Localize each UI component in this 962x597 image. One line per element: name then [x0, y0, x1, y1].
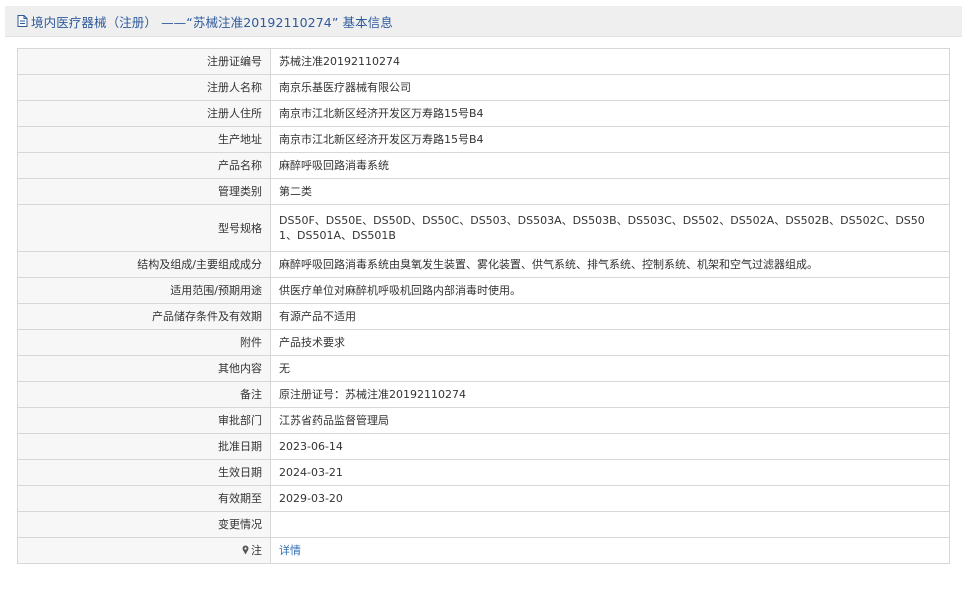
document-icon	[17, 15, 28, 27]
field-value: 麻醉呼吸回路消毒系统	[270, 152, 950, 179]
field-value: 详情	[270, 537, 950, 564]
field-label: 审批部门	[17, 407, 271, 434]
note-label-cell: 注	[17, 537, 271, 564]
page-title: 境内医疗器械（注册） ——“苏械注准20192110274” 基本信息	[31, 14, 393, 30]
table-row: 其他内容 无	[17, 355, 950, 382]
table-row: 变更情况	[17, 511, 950, 538]
field-label: 注	[251, 544, 262, 557]
model-spec-text: DS50F、DS50E、DS50D、DS50C、DS503、DS503A、DS5…	[279, 214, 925, 242]
field-label: 注册人住所	[17, 100, 271, 127]
table-row: 备注 原注册证号：苏械注准20192110274	[17, 381, 950, 408]
field-value: 第二类	[270, 178, 950, 205]
table-row: 生效日期 2024-03-21	[17, 459, 950, 486]
pin-icon	[242, 544, 249, 555]
field-value: 江苏省药品监督管理局	[270, 407, 950, 434]
field-value: 南京乐基医疗器械有限公司	[270, 74, 950, 101]
table-row: 附件 产品技术要求	[17, 329, 950, 356]
table-row: 产品名称 麻醉呼吸回路消毒系统	[17, 152, 950, 179]
table-row: 审批部门 江苏省药品监督管理局	[17, 407, 950, 434]
table-row: 适用范围/预期用途 供医疗单位对麻醉机呼吸机回路内部消毒时使用。	[17, 277, 950, 304]
field-value	[270, 511, 950, 538]
field-label: 管理类别	[17, 178, 271, 205]
field-value: 麻醉呼吸回路消毒系统由臭氧发生装置、雾化装置、供气系统、排气系统、控制系统、机架…	[270, 251, 950, 278]
table-row: 注册人名称 南京乐基医疗器械有限公司	[17, 74, 950, 101]
field-value: 2029-03-20	[270, 485, 950, 512]
field-label: 生产地址	[17, 126, 271, 153]
table-row: 结构及组成/主要组成成分 麻醉呼吸回路消毒系统由臭氧发生装置、雾化装置、供气系统…	[17, 251, 950, 278]
detail-panel: 注册证编号 苏械注准20192110274 注册人名称 南京乐基医疗器械有限公司…	[5, 37, 962, 597]
field-value: 无	[270, 355, 950, 382]
table-row: 批准日期 2023-06-14	[17, 433, 950, 460]
details-link[interactable]: 详情	[279, 544, 301, 557]
table-row: 产品储存条件及有效期 有源产品不适用	[17, 303, 950, 330]
table-row: 注 详情	[17, 537, 950, 564]
field-value: 2023-06-14	[270, 433, 950, 460]
field-label: 适用范围/预期用途	[17, 277, 271, 304]
info-table: 注册证编号 苏械注准20192110274 注册人名称 南京乐基医疗器械有限公司…	[17, 48, 950, 564]
field-value: 苏械注准20192110274	[270, 48, 950, 75]
field-label: 注册证编号	[17, 48, 271, 75]
field-label: 其他内容	[17, 355, 271, 382]
field-label: 有效期至	[17, 485, 271, 512]
field-label: 产品储存条件及有效期	[17, 303, 271, 330]
field-label: 附件	[17, 329, 271, 356]
table-row: 管理类别 第二类	[17, 178, 950, 205]
table-row: 型号规格 DS50F、DS50E、DS50D、DS50C、DS503、DS503…	[17, 204, 950, 252]
table-row: 注册证编号 苏械注准20192110274	[17, 48, 950, 75]
field-value: 南京市江北新区经济开发区万寿路15号B4	[270, 100, 950, 127]
field-label: 变更情况	[17, 511, 271, 538]
field-label: 结构及组成/主要组成成分	[17, 251, 271, 278]
field-label: 型号规格	[17, 204, 271, 252]
field-value: 南京市江北新区经济开发区万寿路15号B4	[270, 126, 950, 153]
table-row: 生产地址 南京市江北新区经济开发区万寿路15号B4	[17, 126, 950, 153]
field-label: 备注	[17, 381, 271, 408]
table-row: 有效期至 2029-03-20	[17, 485, 950, 512]
page-header: 境内医疗器械（注册） ——“苏械注准20192110274” 基本信息	[5, 6, 962, 37]
field-label: 生效日期	[17, 459, 271, 486]
field-label: 产品名称	[17, 152, 271, 179]
field-value: DS50F、DS50E、DS50D、DS50C、DS503、DS503A、DS5…	[270, 204, 950, 252]
field-value: 原注册证号：苏械注准20192110274	[270, 381, 950, 408]
field-value: 产品技术要求	[270, 329, 950, 356]
field-label: 注册人名称	[17, 74, 271, 101]
field-value: 2024-03-21	[270, 459, 950, 486]
field-value: 供医疗单位对麻醉机呼吸机回路内部消毒时使用。	[270, 277, 950, 304]
table-row: 注册人住所 南京市江北新区经济开发区万寿路15号B4	[17, 100, 950, 127]
field-label: 批准日期	[17, 433, 271, 460]
field-value: 有源产品不适用	[270, 303, 950, 330]
